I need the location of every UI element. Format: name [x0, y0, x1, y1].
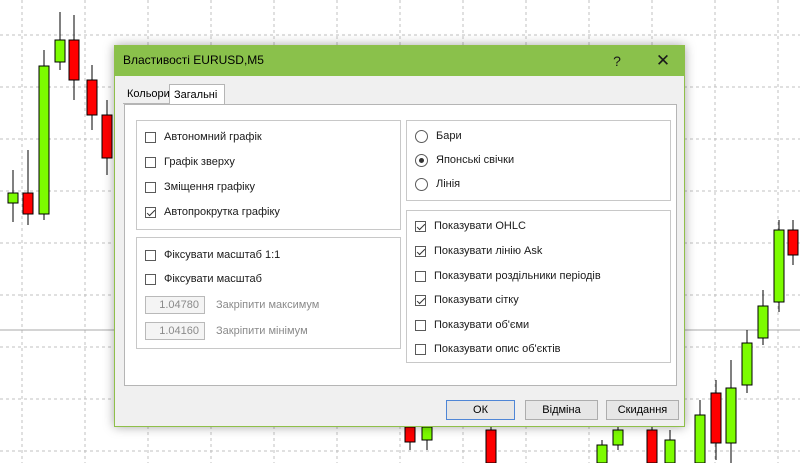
reset-button[interactable]: Скидання — [606, 400, 679, 420]
candles-label: Японські свічки — [436, 154, 515, 166]
bull-candle — [612, 429, 624, 446]
option-show-grid[interactable]: Показувати сітку — [415, 291, 519, 309]
dialog-titlebar[interactable]: Властивості EURUSD,M5 ? ✕ — [115, 46, 684, 76]
bull-candle — [54, 39, 66, 63]
line-label: Лінія — [436, 178, 461, 190]
bull-candle — [741, 342, 753, 386]
show-grid-label: Показувати сітку — [434, 294, 519, 306]
bull-candle — [421, 426, 433, 441]
display-options-group: Показувати OHLC Показувати лінію Ask Пок… — [406, 210, 671, 363]
autoscroll-label: Автопрокрутка графіку — [164, 206, 280, 218]
option-show-ohlc[interactable]: Показувати OHLC — [415, 217, 526, 235]
bear-candle — [646, 429, 658, 463]
ok-button[interactable]: ОК — [446, 400, 515, 420]
bull-candle — [757, 305, 769, 339]
tab-colors[interactable]: Кольори — [123, 84, 170, 104]
bars-radio[interactable] — [415, 129, 428, 143]
show-volumes-label: Показувати об'єми — [434, 319, 530, 331]
cancel-button[interactable]: Відміна — [525, 400, 598, 420]
bear-candle — [485, 429, 497, 463]
tab-general[interactable]: Загальні — [169, 84, 225, 105]
option-show-volumes[interactable]: Показувати об'єми — [415, 316, 529, 334]
option-chart-on-top[interactable]: Графік зверху — [145, 153, 235, 171]
bear-candle — [22, 192, 34, 215]
candles-radio[interactable] — [415, 153, 428, 167]
fix-max-input[interactable]: 1.04780 — [145, 296, 205, 314]
bear-candle — [101, 114, 113, 159]
bull-candle — [596, 444, 608, 463]
bear-candle — [404, 426, 416, 443]
offline-chart-checkbox[interactable] — [145, 131, 156, 143]
option-show-ask-line[interactable]: Показувати лінію Ask — [415, 242, 542, 260]
show-grid-checkbox[interactable] — [415, 294, 426, 306]
show-ask-line-checkbox[interactable] — [415, 245, 426, 257]
bull-candle — [38, 65, 50, 215]
option-period-separators[interactable]: Показувати роздільники періодів — [415, 267, 601, 285]
option-object-descriptions[interactable]: Показувати опис об'єктів — [415, 340, 561, 358]
option-bars[interactable]: Бари — [415, 127, 462, 145]
chart-type-group: Бари Японські свічки Лінія — [406, 120, 671, 201]
show-ohlc-checkbox[interactable] — [415, 220, 426, 232]
properties-dialog: Властивості EURUSD,M5 ? ✕ Кольори Загаль… — [114, 45, 685, 427]
bull-candle — [7, 192, 19, 204]
object-descriptions-checkbox[interactable] — [415, 343, 426, 355]
help-button[interactable]: ? — [597, 46, 637, 76]
bars-label: Бари — [436, 130, 462, 142]
fix-min-input[interactable]: 1.04160 — [145, 322, 205, 340]
offline-chart-label: Автономний графік — [164, 131, 262, 143]
object-descriptions-label: Показувати опис об'єктів — [434, 343, 561, 355]
chart-on-top-label: Графік зверху — [164, 156, 235, 168]
chart-shift-label: Зміщення графіку — [164, 181, 256, 193]
option-candles[interactable]: Японські свічки — [415, 151, 514, 169]
bear-candle — [86, 79, 98, 116]
bull-candle — [725, 387, 737, 444]
general-tab-panel: Автономний графік Графік зверху Зміщення… — [124, 104, 677, 386]
fix-max-label: Закріпити максимум — [216, 299, 320, 311]
option-chart-shift[interactable]: Зміщення графіку — [145, 178, 255, 196]
chart-options-group: Автономний графік Графік зверху Зміщення… — [136, 120, 401, 230]
bull-candle — [694, 414, 706, 463]
chart-on-top-checkbox[interactable] — [145, 156, 156, 168]
line-radio[interactable] — [415, 177, 428, 191]
bear-candle — [787, 229, 799, 256]
autoscroll-checkbox[interactable] — [145, 206, 156, 218]
show-ohlc-label: Показувати OHLC — [434, 220, 526, 232]
bear-candle — [710, 392, 722, 444]
show-volumes-checkbox[interactable] — [415, 319, 426, 331]
fix-scale-1-1-checkbox[interactable] — [145, 249, 156, 261]
bull-candle — [773, 229, 785, 303]
chart-shift-checkbox[interactable] — [145, 181, 156, 193]
option-fix-scale[interactable]: Фіксувати масштаб — [145, 270, 262, 288]
fix-scale-checkbox[interactable] — [145, 273, 156, 285]
fix-min-label: Закріпити мінімум — [216, 325, 308, 337]
show-ask-line-label: Показувати лінію Ask — [434, 245, 543, 257]
dialog-title: Властивості EURUSD,M5 — [123, 53, 264, 67]
scale-options-group: Фіксувати масштаб 1:1 Фіксувати масштаб … — [136, 237, 401, 349]
fix-scale-label: Фіксувати масштаб — [164, 273, 262, 285]
option-offline-chart[interactable]: Автономний графік — [145, 128, 262, 146]
option-line[interactable]: Лінія — [415, 175, 460, 193]
option-fix-scale-1-1[interactable]: Фіксувати масштаб 1:1 — [145, 246, 280, 264]
bear-candle — [68, 39, 80, 81]
period-separators-checkbox[interactable] — [415, 270, 426, 282]
fix-scale-1-1-label: Фіксувати масштаб 1:1 — [164, 249, 281, 261]
period-separators-label: Показувати роздільники періодів — [434, 270, 601, 282]
option-autoscroll[interactable]: Автопрокрутка графіку — [145, 203, 280, 221]
close-icon[interactable]: ✕ — [643, 46, 683, 76]
bull-candle — [664, 439, 676, 463]
